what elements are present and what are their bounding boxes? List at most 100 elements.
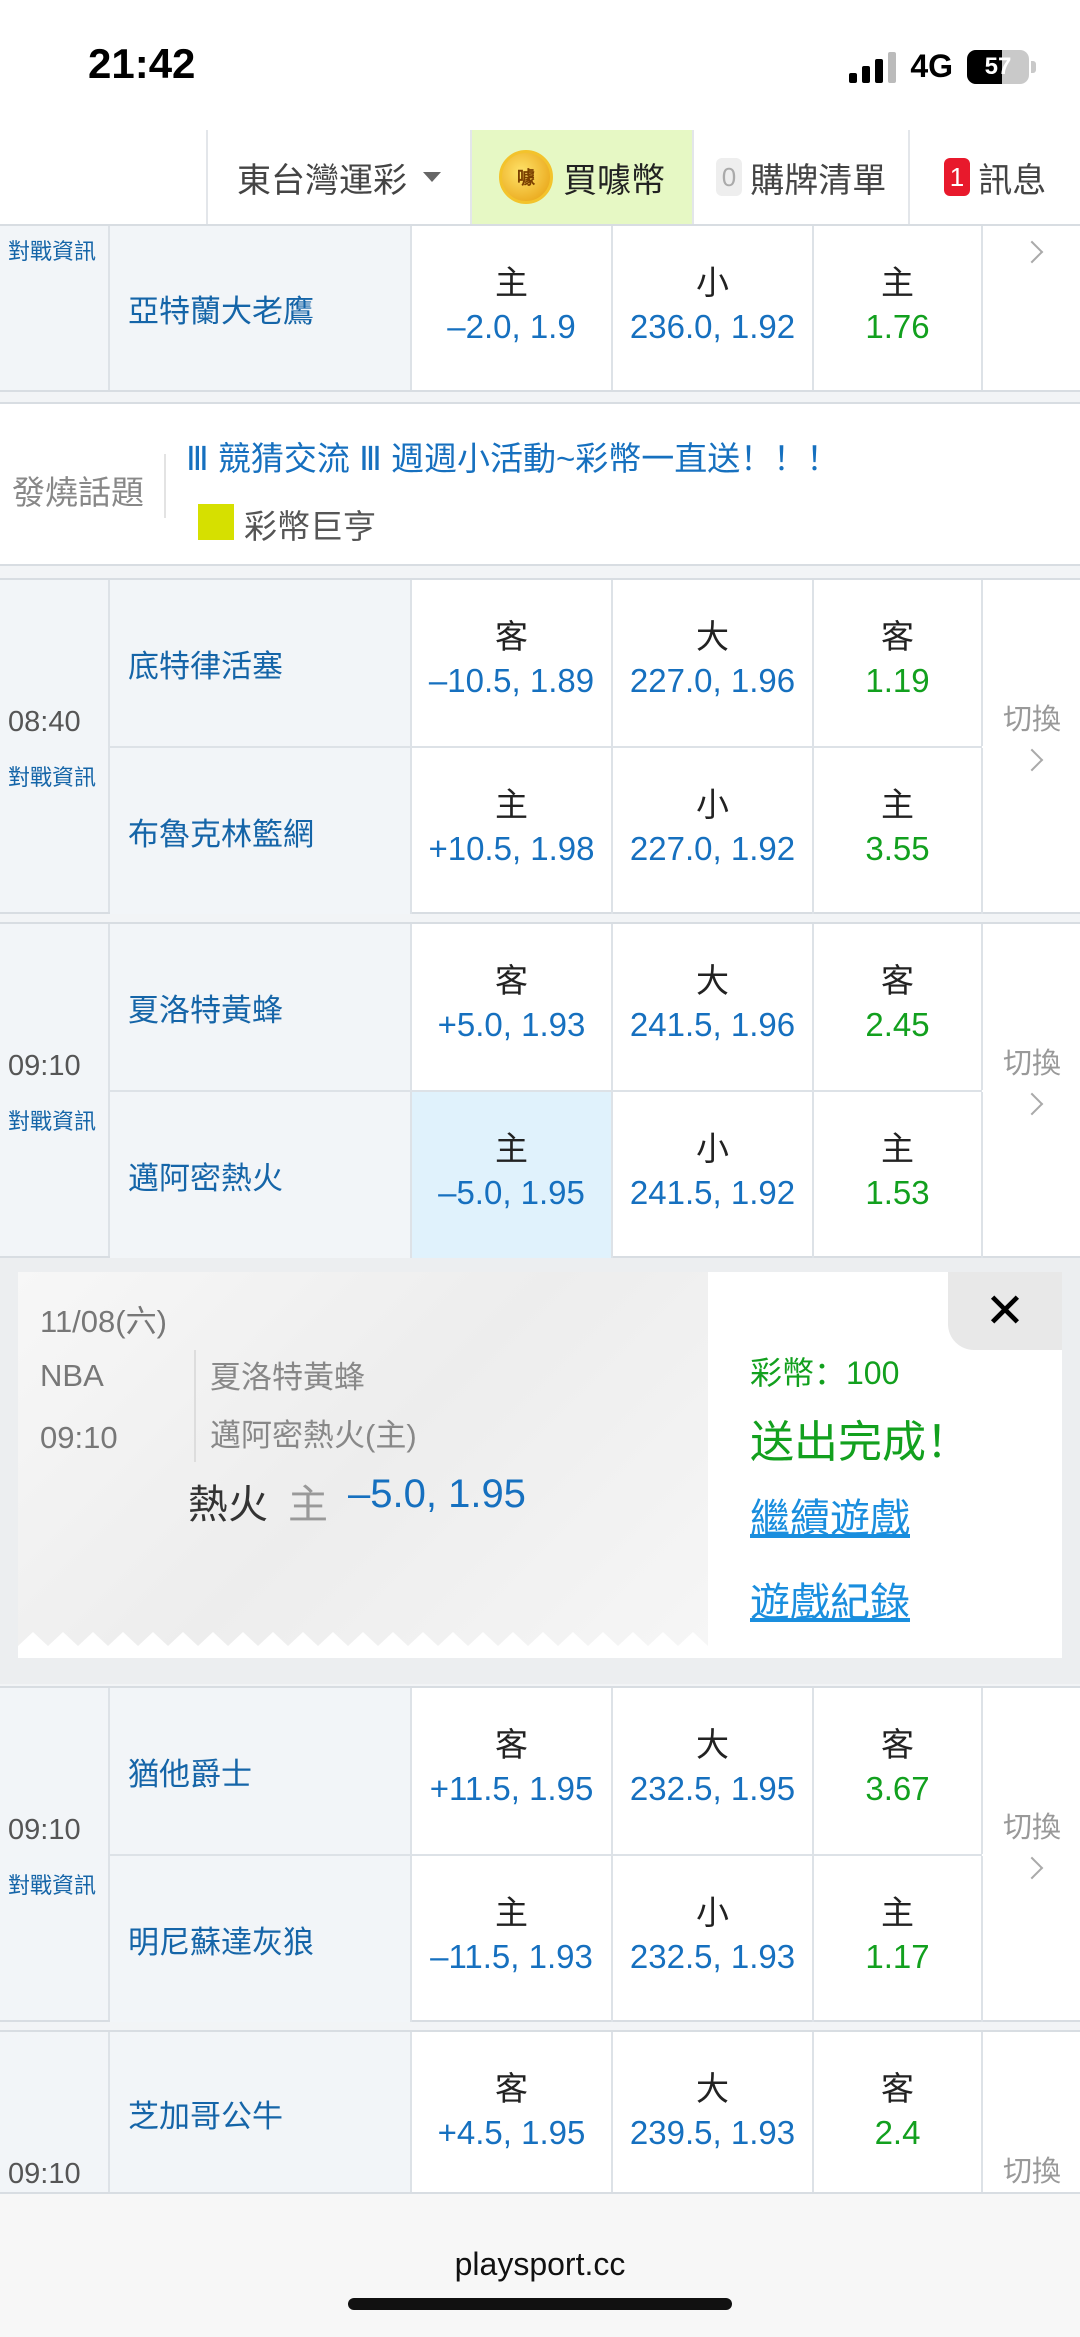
messages-button[interactable]: 1 訊息	[910, 130, 1080, 224]
moneyline-odds[interactable]: 客 1.19	[814, 580, 983, 746]
cart-button[interactable]: 0 購牌清單	[694, 130, 910, 224]
spread-odds[interactable]: 客 –10.5, 1.89	[412, 580, 613, 746]
total-value: 236.0, 1.92	[629, 308, 796, 345]
spread-side: 主	[495, 786, 528, 823]
moneyline-value: 3.55	[865, 830, 930, 867]
spread-value: +4.5, 1.95	[437, 2114, 586, 2151]
spread-odds-selected[interactable]: 主 –5.0, 1.95	[412, 1092, 613, 1258]
topic-divider	[164, 454, 166, 518]
moneyline-value: 1.17	[865, 1938, 930, 1975]
match-info-link[interactable]: 對戰資訊	[8, 234, 96, 266]
total-odds[interactable]: 小 241.5, 1.92	[613, 1092, 814, 1258]
team-name: 亞特蘭大老鷹	[110, 226, 412, 390]
status-bar: 21:42 4G 57	[0, 0, 1080, 130]
match-row: 明尼蘇達灰狼 主 –11.5, 1.93 小 232.5, 1.93 主 1.17	[0, 1856, 1080, 2022]
ticket-home-team: 邁阿密熱火(主)	[210, 1418, 417, 1453]
moneyline-value: 2.4	[874, 2114, 921, 2151]
spread-odds[interactable]: 客 +11.5, 1.95	[412, 1688, 613, 1854]
message-count-badge: 1	[943, 158, 971, 196]
moneyline-odds[interactable]: 主 1.76	[814, 226, 983, 390]
moneyline-value: 1.53	[865, 1174, 930, 1211]
top-nav: 東台灣運彩 噱 買噱幣 0 購牌清單 1 訊息	[0, 130, 1080, 226]
moneyline-odds[interactable]: 客 3.67	[814, 1688, 983, 1854]
spread-odds[interactable]: 客 +4.5, 1.95	[412, 2032, 613, 2194]
spread-odds[interactable]: 主 –2.0, 1.9	[412, 226, 613, 390]
spread-odds[interactable]: 客 +5.0, 1.93	[412, 924, 613, 1090]
moneyline-odds[interactable]: 主 1.53	[814, 1092, 983, 1258]
spread-odds[interactable]: 主 –11.5, 1.93	[412, 1856, 613, 2022]
game-history-link[interactable]: 遊戲紀錄	[750, 1570, 910, 1628]
moneyline-odds[interactable]: 客 2.4	[814, 2032, 983, 2194]
match-block: 08:40 對戰資訊 底特律活塞 客 –10.5, 1.89 大 227.0, 1.…	[0, 578, 1080, 914]
switch-button[interactable]: 切換	[984, 1040, 1080, 1116]
coin-icon: 噱	[499, 150, 553, 204]
total-odds[interactable]: 大 241.5, 1.96	[613, 924, 814, 1090]
battery-tip	[1031, 60, 1036, 73]
bet-confirmation-panel: 11/08(六) NBA 09:10 夏洛特黃蜂 邁阿密熱火(主) 熱火 主 –…	[18, 1272, 1062, 1658]
match-row: 猶他爵士 客 +11.5, 1.95 大 232.5, 1.95 客 3.67	[0, 1688, 1080, 1854]
moneyline-side: 客	[881, 618, 914, 655]
region-label: 東台灣運彩	[237, 161, 407, 200]
moneyline-odds[interactable]: 主 1.17	[814, 1856, 983, 2022]
total-odds[interactable]: 大 239.5, 1.93	[613, 2032, 814, 2194]
switch-button[interactable]: 切換	[984, 696, 1080, 772]
chevron-right-icon	[1020, 240, 1044, 264]
total-side: 大	[696, 962, 729, 999]
ticket-time: 09:10	[40, 1420, 118, 1455]
ticket-details: 11/08(六) NBA 09:10 夏洛特黃蜂 邁阿密熱火(主) 熱火 主 –…	[18, 1272, 708, 1658]
team-name: 猶他爵士	[110, 1688, 412, 1854]
total-value: 241.5, 1.96	[629, 1006, 796, 1043]
total-value: 241.5, 1.92	[629, 1174, 796, 1211]
caret-down-icon	[423, 172, 441, 182]
total-odds[interactable]: 小 227.0, 1.92	[613, 748, 814, 914]
moneyline-value: 2.45	[865, 1006, 930, 1043]
moneyline-side: 主	[881, 1130, 914, 1167]
total-value: 227.0, 1.96	[629, 662, 796, 699]
total-side: 小	[696, 264, 729, 301]
match-left-cell: 對戰資訊	[0, 226, 110, 390]
total-odds[interactable]: 大 232.5, 1.95	[613, 1688, 814, 1854]
total-odds[interactable]: 小 232.5, 1.93	[613, 1856, 814, 2022]
switch-label: 切換	[1002, 704, 1061, 736]
signal-icon	[849, 51, 897, 83]
coins-spent: 彩幣：100	[750, 1355, 900, 1391]
switch-button[interactable]: 切換	[984, 2148, 1080, 2190]
switch-label: 切換	[1002, 2156, 1061, 2188]
total-side: 大	[696, 2070, 729, 2107]
spread-odds[interactable]: 主 +10.5, 1.98	[412, 748, 613, 914]
hot-topic-banner[interactable]: 發燒話題 Ⅲ 競猜交流 Ⅲ 週週小活動~彩幣一直送！！！ 彩幣巨亨	[0, 402, 1080, 566]
match-row: 對戰資訊 亞特蘭大老鷹 主 –2.0, 1.9 小 236.0, 1.92 主 …	[0, 226, 1080, 390]
pick-side: 主	[288, 1483, 328, 1527]
team-name: 芝加哥公牛	[110, 2032, 412, 2194]
switch-button[interactable]	[984, 230, 1080, 264]
spread-side: 主	[495, 1894, 528, 1931]
ticket-divider	[194, 1350, 196, 1462]
spread-value: –2.0, 1.9	[447, 308, 576, 345]
switch-button[interactable]: 切換	[984, 1804, 1080, 1880]
topic-title-link[interactable]: Ⅲ 競猜交流 Ⅲ 週週小活動~彩幣一直送！！！	[186, 432, 839, 480]
total-value: 227.0, 1.92	[629, 830, 796, 867]
total-odds[interactable]: 小 236.0, 1.92	[613, 226, 814, 390]
close-icon[interactable]: ✕	[948, 1272, 1062, 1350]
spread-value: –11.5, 1.93	[430, 1938, 593, 1975]
status-icons: 4G 57	[849, 48, 1036, 85]
cart-count-badge: 0	[715, 158, 743, 196]
region-dropdown[interactable]: 東台灣運彩	[208, 130, 472, 224]
site-url[interactable]: playsport.cc	[0, 2246, 1080, 2283]
user-level-icon	[198, 504, 234, 540]
match-row: 芝加哥公牛 客 +4.5, 1.95 大 239.5, 1.93 客 2.4	[0, 2032, 1080, 2194]
continue-game-link[interactable]: 繼續遊戲	[750, 1486, 910, 1544]
match-row: 布魯克林籃網 主 +10.5, 1.98 小 227.0, 1.92 主 3.55	[0, 748, 1080, 914]
ticket-league: NBA	[40, 1358, 104, 1393]
total-odds[interactable]: 大 227.0, 1.96	[613, 580, 814, 746]
match-block: 09:10 芝加哥公牛 客 +4.5, 1.95 大 239.5, 1.93 客 2.…	[0, 2030, 1080, 2194]
buy-coins-button[interactable]: 噱 買噱幣	[472, 130, 694, 224]
spread-side: 主	[495, 264, 528, 301]
battery-level: 57	[984, 52, 1012, 80]
moneyline-odds[interactable]: 主 3.55	[814, 748, 983, 914]
team-name: 明尼蘇達灰狼	[110, 1856, 412, 2022]
moneyline-odds[interactable]: 客 2.45	[814, 924, 983, 1090]
home-indicator[interactable]	[348, 2298, 732, 2310]
spread-side: 客	[495, 2070, 528, 2107]
total-side: 小	[696, 1894, 729, 1931]
